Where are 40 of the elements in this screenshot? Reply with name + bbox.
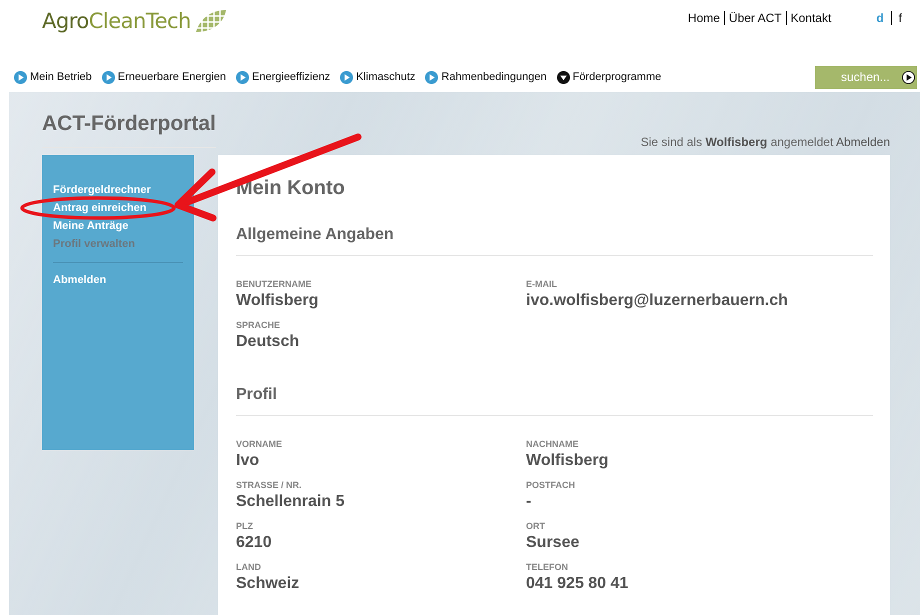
logout-link[interactable]: Abmelden (836, 135, 890, 149)
field-label: E-MAIL (526, 278, 557, 290)
nav-link[interactable]: Mein Betrieb (14, 70, 92, 84)
field-value: ivo.wolfisberg@luzernerbauern.ch (526, 291, 788, 311)
field-value: 041 925 80 41 (526, 574, 628, 594)
field-label: STRASSE / NR. (236, 479, 302, 491)
field-value: 6210 (236, 533, 272, 553)
language-link[interactable]: f (890, 11, 909, 25)
field-value: Deutsch (236, 332, 300, 352)
nav-link[interactable]: Erneuerbare Energien (102, 70, 226, 84)
field-label: LAND (236, 561, 261, 573)
field-label: SPRACHE (236, 319, 280, 331)
top-link[interactable]: Home (684, 11, 724, 25)
username-link[interactable]: Wolfisberg (705, 135, 768, 149)
field-label: TELEFON (526, 561, 568, 573)
field-label: POSTFACH (526, 479, 576, 491)
nav-link[interactable]: Rahmenbedingungen (425, 70, 547, 84)
section-title: Profil (236, 386, 873, 416)
field-value: Sursee (526, 533, 580, 553)
field-label: NACHNAME (526, 438, 578, 450)
field-value: - (526, 492, 532, 512)
nav-link[interactable]: Klimaschutz (340, 70, 416, 84)
portal-title: ACT-Förderportal (42, 112, 216, 148)
field-value: Wolfisberg (236, 291, 318, 311)
field-label: BENUTZERNAME (236, 278, 312, 290)
field-value: Ivo (236, 451, 260, 471)
nav-link[interactable]: Energieeffizienz (236, 70, 330, 84)
field-label: PLZ (236, 520, 253, 532)
nav-link[interactable]: Förderprogramme (556, 70, 662, 84)
top-link[interactable]: Kontakt (786, 11, 836, 25)
section-title: Allgemeine Angaben (236, 226, 873, 256)
logo-text[interactable]: AgroCleanTech (42, 9, 191, 33)
field-label: ORT (526, 520, 545, 532)
field-label: VORNAME (236, 438, 282, 450)
search-field[interactable]: suchen... (815, 66, 917, 88)
field-value: Wolfisberg (526, 451, 608, 471)
login-status: Sie sind als Wolfisberg angemeldet Abmelden (640, 135, 890, 149)
top-link[interactable]: Über ACT (724, 11, 786, 25)
field-value: Schweiz (236, 574, 300, 594)
field-value: Schellenrain 5 (236, 492, 344, 512)
